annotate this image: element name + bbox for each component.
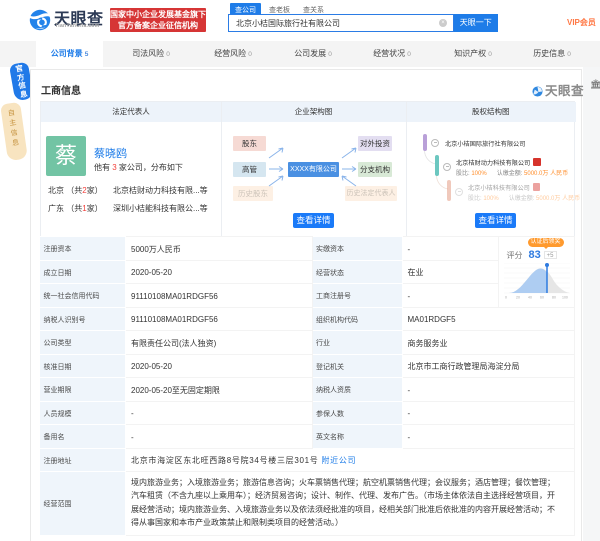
- svg-text:100: 100: [562, 296, 568, 300]
- svg-text:20: 20: [516, 296, 520, 300]
- svg-text:60: 60: [540, 296, 544, 300]
- svg-text:0: 0: [505, 296, 507, 300]
- svg-text:80: 80: [552, 296, 556, 300]
- svg-text:40: 40: [528, 296, 532, 300]
